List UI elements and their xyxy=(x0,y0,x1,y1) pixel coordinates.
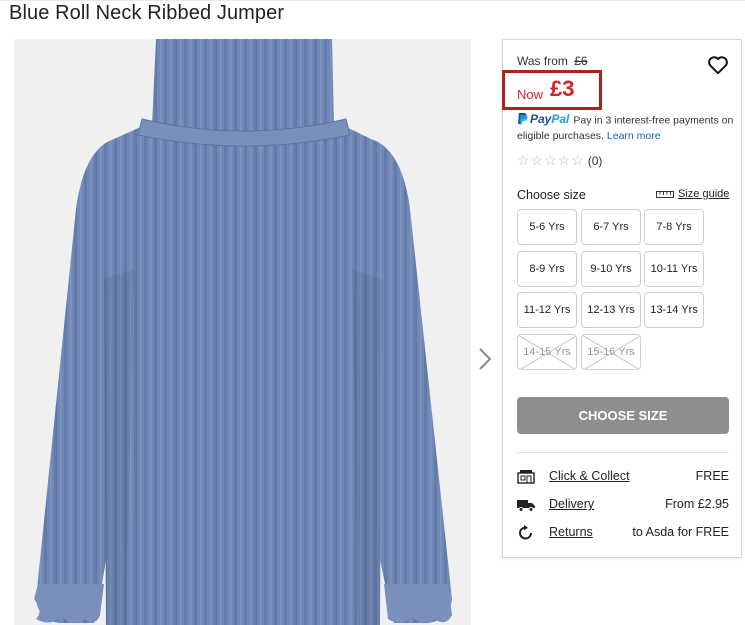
returns-link[interactable]: Returns xyxy=(549,525,593,539)
size-option[interactable]: 7-8 Yrs xyxy=(644,209,704,245)
size-option[interactable]: 6-7 Yrs xyxy=(581,209,641,245)
size-option[interactable]: 13-14 Yrs xyxy=(644,292,704,328)
size-option[interactable]: 8-9 Yrs xyxy=(517,251,577,287)
click-and-collect-link[interactable]: Click & Collect xyxy=(549,469,630,483)
now-price-highlight: Now £3 xyxy=(502,70,602,110)
ruler-icon xyxy=(656,191,674,198)
product-image[interactable] xyxy=(14,39,471,625)
delivery-price: From £2.95 xyxy=(665,497,729,511)
paypal-logo-icon xyxy=(517,112,528,129)
returns-info: to Asda for FREE xyxy=(632,525,729,539)
size-option[interactable]: 12-13 Yrs xyxy=(581,292,641,328)
product-title: Blue Roll Neck Ribbed Jumper xyxy=(9,2,285,24)
size-option-unavailable: 14-15 Yrs xyxy=(517,334,577,370)
size-guide-link[interactable]: Size guide xyxy=(656,188,729,200)
paypal-brand: PayPal xyxy=(530,112,570,127)
next-image-arrow-icon[interactable] xyxy=(476,346,494,372)
delivery-row: Delivery From £2.95 xyxy=(517,495,729,515)
was-price: Was from £6 xyxy=(517,54,588,68)
delivery-truck-icon xyxy=(517,497,535,513)
returns-icon xyxy=(517,525,535,541)
product-rating[interactable]: ☆☆☆☆☆ (0) xyxy=(517,152,602,169)
now-price: £3 xyxy=(550,76,575,101)
click-and-collect-price: FREE xyxy=(695,469,729,483)
was-label: Was from xyxy=(517,54,568,68)
choose-size-button[interactable]: CHOOSE SIZE xyxy=(517,397,729,434)
size-option[interactable]: 10-11 Yrs xyxy=(644,251,704,287)
delivery-link[interactable]: Delivery xyxy=(549,497,594,511)
top-divider xyxy=(0,0,745,1)
choose-size-label: Choose size xyxy=(517,188,586,202)
panel-divider xyxy=(517,452,729,453)
rating-count: (0) xyxy=(587,153,603,168)
paypal-message: PayPal Pay in 3 interest-free payments on… xyxy=(517,112,739,143)
size-option[interactable]: 5-6 Yrs xyxy=(517,209,577,245)
click-and-collect-row: Click & Collect FREE xyxy=(517,467,729,487)
size-option[interactable]: 11-12 Yrs xyxy=(517,292,577,328)
wishlist-heart-icon[interactable] xyxy=(707,55,729,75)
purchase-panel: Was from £6 Now £3 PayPal Pay in 3 intere… xyxy=(502,39,742,558)
returns-row: Returns to Asda for FREE xyxy=(517,523,729,543)
store-icon xyxy=(517,469,535,485)
paypal-learn-more-link[interactable]: Learn more xyxy=(607,130,661,142)
was-price-value: £6 xyxy=(574,54,588,68)
now-label: Now xyxy=(517,87,544,102)
rating-stars-icon: ☆☆☆☆☆ xyxy=(517,152,585,168)
size-option-unavailable: 15-16 Yrs xyxy=(581,334,641,370)
size-option[interactable]: 9-10 Yrs xyxy=(581,251,641,287)
